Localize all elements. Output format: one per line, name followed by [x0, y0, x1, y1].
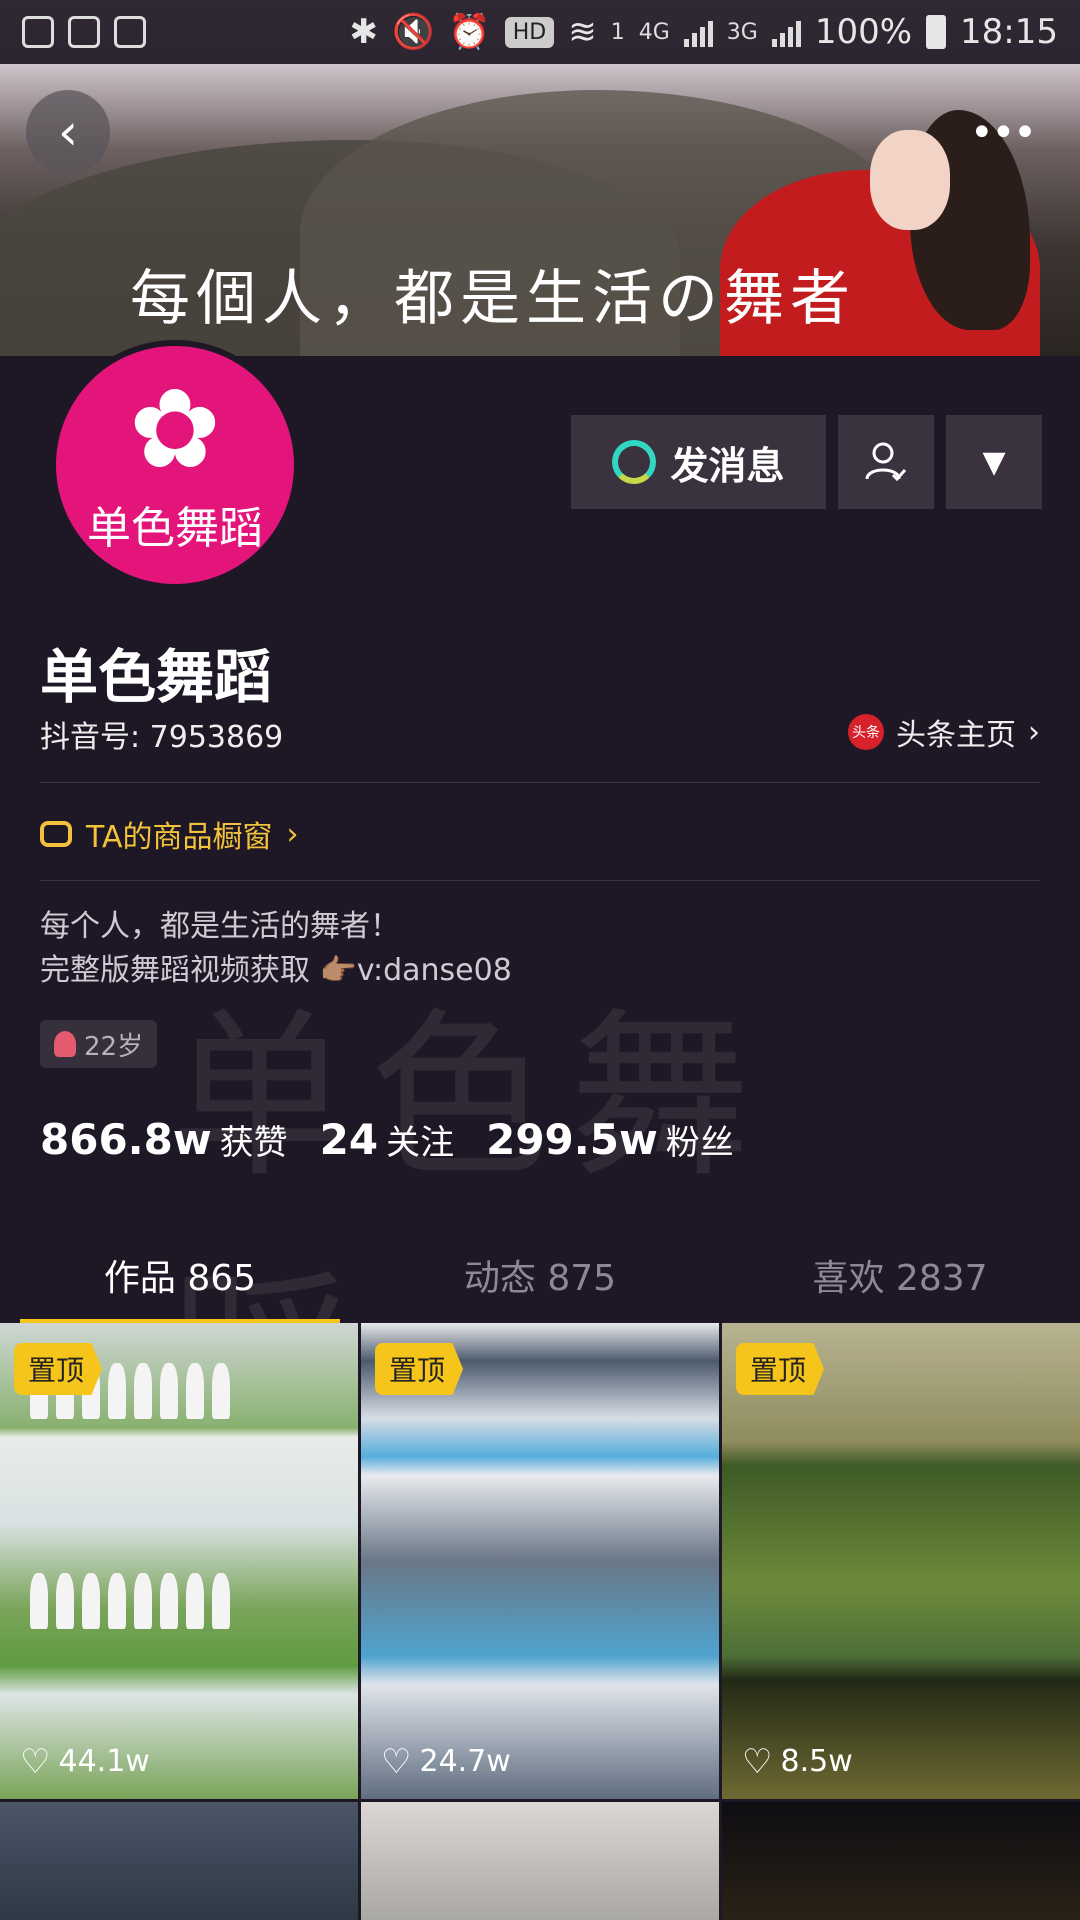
battery-percent: 100% [814, 12, 913, 52]
shop-label: TA的商品橱窗 [86, 820, 273, 855]
stat-number: 866.8w [40, 1115, 212, 1164]
stat-label: 关注 [386, 1123, 455, 1163]
douyin-id: 抖音号: 7953869 [40, 720, 284, 755]
like-count: ♡ 44.1w [20, 1744, 150, 1779]
tab-likes[interactable]: 喜欢 2837 [720, 1235, 1080, 1325]
network-4g: 4G [638, 19, 670, 45]
tab-activity[interactable]: 动态 875 [360, 1235, 720, 1325]
stat-following[interactable]: 24 关注 [320, 1115, 454, 1164]
video-thumbnail[interactable] [722, 1802, 1080, 1920]
stat-label: 粉丝 [665, 1123, 734, 1163]
like-count: ♡ 8.5w [742, 1744, 853, 1779]
signal-bars-2-icon [771, 17, 801, 47]
battery-icon [926, 15, 947, 49]
more-options-button[interactable]: ••• [970, 110, 1037, 156]
send-message-label: 发消息 [670, 443, 785, 488]
heart-icon: ♡ [20, 1741, 51, 1782]
pinned-badge: 置顶 [736, 1343, 825, 1395]
chat-bubble-icon [612, 440, 657, 484]
video-thumbnail[interactable] [361, 1802, 719, 1920]
like-count-value: 24.7w [419, 1744, 511, 1779]
bio-line-1: 每个人，都是生活的舞者！ [40, 909, 400, 944]
divider [40, 782, 1040, 783]
dropdown-button[interactable]: ▼ [946, 415, 1042, 509]
send-message-button[interactable]: 发消息 [571, 415, 826, 509]
checklist-icon [114, 16, 146, 48]
bluetooth-icon: ✱ [349, 12, 379, 52]
wifi-icon: ≋ [568, 12, 597, 52]
video-thumbnail[interactable]: 置顶 ♡ 8.5w [722, 1323, 1080, 1799]
age-label: 22岁 [84, 1031, 144, 1062]
avatar-logo-text: 单色舞蹈 [87, 503, 263, 554]
chevron-right-icon: › [1028, 714, 1040, 750]
paw-app-icon [22, 16, 54, 48]
profile-name: 单色舞蹈 [40, 643, 273, 711]
chevron-left-icon: ‹ [58, 103, 78, 161]
stat-number: 24 [319, 1115, 379, 1164]
video-thumbnail[interactable]: 置顶 ♡ 24.7w [361, 1323, 719, 1799]
toutiao-icon: 头条 [848, 714, 884, 750]
like-count-value: 8.5w [780, 1744, 853, 1779]
triangle-down-icon: ▼ [982, 444, 1006, 480]
age-badge: 22岁 [40, 1020, 158, 1068]
status-bar: ✱ 🔇 ⏰ HD ≋ 1 4G 3G 100% 18:15 [0, 0, 1080, 64]
clock: 18:15 [960, 12, 1058, 52]
bio-line-2: 完整版舞蹈视频获取 👉🏽v:danse08 [40, 953, 512, 988]
video-grid: 置顶 ♡ 44.1w 置顶 ♡ 24.7w 置顶 ♡ 8.5w [0, 1323, 1080, 1920]
heart-icon: ♡ [381, 1741, 412, 1782]
shop-window-link[interactable]: TA的商品橱窗 › [40, 812, 299, 856]
profile-bio: 每个人，都是生活的舞者！ 完整版舞蹈视频获取 👉🏽v:danse08 [40, 905, 512, 993]
stat-followers[interactable]: 299.5w 粉丝 [486, 1115, 734, 1164]
user-check-icon [865, 442, 907, 482]
like-count-value: 44.1w [58, 1744, 150, 1779]
video-thumbnail[interactable] [0, 1802, 358, 1920]
banner-calligraphy: 每個人，都是生活の舞者 [130, 264, 856, 334]
heart-icon: ♡ [742, 1741, 773, 1782]
divider [40, 880, 1040, 881]
like-count: ♡ 24.7w [381, 1744, 511, 1779]
stat-likes[interactable]: 866.8w 获赞 [40, 1115, 288, 1164]
sim-slot: 1 [610, 19, 625, 45]
female-icon [54, 1031, 76, 1057]
back-button[interactable]: ‹ [26, 90, 110, 174]
content-tabs: 作品 865 动态 875 喜欢 2837 [0, 1235, 1080, 1325]
gallery-icon [68, 16, 100, 48]
avatar[interactable]: ✿ 单色舞蹈 [50, 340, 300, 590]
shop-icon [40, 821, 72, 847]
alarm-icon: ⏰ [448, 12, 491, 52]
stat-number: 299.5w [486, 1115, 658, 1164]
mute-icon: 🔇 [392, 12, 435, 52]
dancers-graphic [30, 1573, 330, 1633]
toutiao-label: 头条主页 [896, 718, 1016, 753]
pinned-badge: 置顶 [14, 1343, 103, 1395]
chevron-right-icon: › [286, 816, 299, 852]
hd-badge: HD [504, 16, 555, 48]
butterfly-logo-icon: ✿ [128, 365, 222, 493]
stat-label: 获赞 [219, 1123, 288, 1163]
profile-stats: 866.8w 获赞 24 关注 299.5w 粉丝 [40, 1115, 734, 1164]
toutiao-homepage-link[interactable]: 头条 头条主页 › [848, 710, 1040, 754]
signal-bars-icon [683, 17, 713, 47]
followed-button[interactable] [838, 415, 934, 509]
pinned-badge: 置顶 [375, 1343, 464, 1395]
network-3g: 3G [726, 19, 758, 45]
tab-works[interactable]: 作品 865 [0, 1235, 360, 1325]
video-thumbnail[interactable]: 置顶 ♡ 44.1w [0, 1323, 358, 1799]
